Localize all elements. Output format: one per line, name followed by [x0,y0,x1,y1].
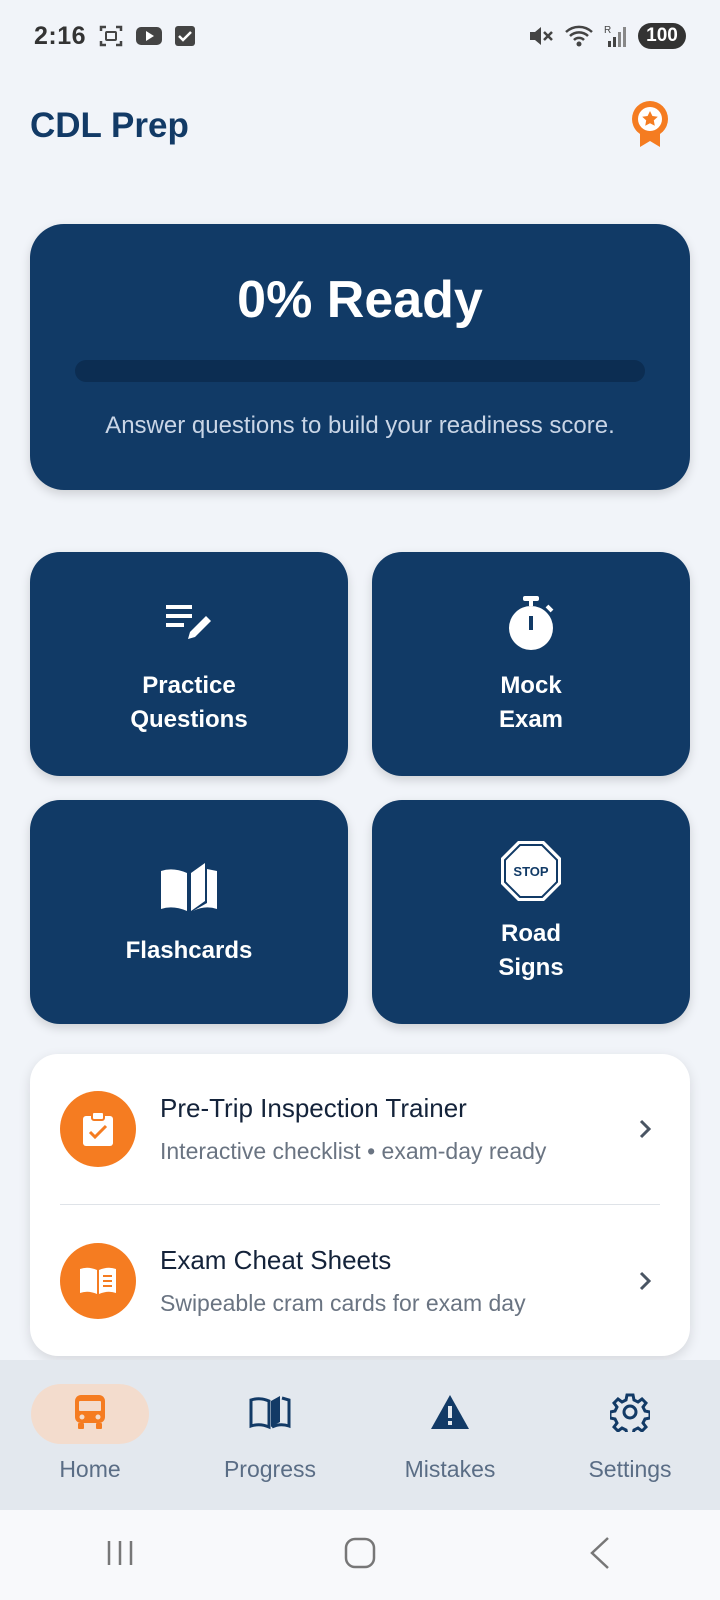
nav-progress[interactable]: Progress [195,1384,345,1483]
nav-label: Home [59,1456,121,1482]
home-icon [344,1537,376,1574]
mock-exam-tile[interactable]: Mock Exam [372,552,690,776]
checkbox-icon [174,25,196,47]
status-left: 2:16 [34,22,196,51]
stopwatch-icon [506,591,556,655]
list-item-subtitle: Swipeable cram cards for exam day [160,1290,526,1316]
back-button[interactable] [560,1525,640,1585]
map-book-icon [248,1394,292,1435]
mute-icon [528,24,554,48]
bus-icon [73,1393,107,1436]
book-icon [60,1243,136,1319]
readiness-progress-bar [75,360,645,382]
back-icon [588,1536,612,1575]
gear-icon [608,1392,652,1437]
status-time: 2:16 [34,21,87,50]
signal-icon: R [604,23,628,49]
practice-questions-tile[interactable]: Practice Questions [30,552,348,776]
edit-list-icon [164,591,214,655]
open-book-icon [159,856,219,920]
divider [60,1204,660,1205]
list-item-title: Exam Cheat Sheets [160,1245,392,1275]
home-button[interactable] [320,1525,400,1585]
bottom-navigation: Home Progress Mistakes Settings [0,1360,720,1510]
status-bar: 2:16 R 100 [0,0,720,72]
nav-settings[interactable]: Settings [555,1384,705,1483]
road-signs-tile[interactable]: STOP Road Signs [372,800,690,1024]
battery-indicator: 100 [638,23,686,49]
wifi-icon [564,24,594,48]
recent-apps-icon [105,1539,135,1572]
nav-mistakes[interactable]: Mistakes [375,1384,525,1483]
status-right: R 100 [528,23,686,49]
tile-label: Practice Questions [130,672,248,733]
list-item-subtitle: Interactive checklist • exam-day ready [160,1138,547,1164]
nav-label: Progress [223,1456,317,1482]
nav-icon-container [211,1384,329,1444]
readiness-title: 0% Ready [237,271,483,329]
list-item-title: Pre-Trip Inspection Trainer [160,1093,467,1123]
stop-sign-icon: STOP [499,839,563,903]
nav-icon-container [31,1384,149,1444]
pre-trip-inspection-item[interactable]: Pre-Trip Inspection Trainer Interactive … [30,1054,690,1204]
readiness-subtitle: Answer questions to build your readiness… [105,412,615,439]
system-navigation-bar [0,1510,720,1600]
exam-cheat-sheets-item[interactable]: Exam Cheat Sheets Swipeable cram cards f… [30,1206,690,1356]
chevron-right-icon [630,1118,660,1140]
warning-icon [429,1393,471,1436]
nav-icon-container [391,1384,509,1444]
tile-label: Flashcards [125,937,253,964]
app-bar: CDL Prep [0,90,720,162]
clipboard-check-icon [60,1091,136,1167]
tile-label: Road Signs [498,920,564,981]
flashcards-tile[interactable]: Flashcards [30,800,348,1024]
list-item-text: Pre-Trip Inspection Trainer Interactive … [160,1093,630,1165]
readiness-card: 0% Ready Answer questions to build your … [30,224,690,490]
nav-label: Mistakes [404,1456,496,1482]
svg-text:R: R [604,25,611,36]
achievements-button[interactable] [620,96,680,156]
tools-list-card: Pre-Trip Inspection Trainer Interactive … [30,1054,690,1356]
list-item-text: Exam Cheat Sheets Swipeable cram cards f… [160,1245,630,1317]
nav-label: Settings [588,1456,672,1482]
nav-icon-container [571,1384,689,1444]
youtube-icon [136,26,163,46]
recent-apps-button[interactable] [80,1525,160,1585]
page-title: CDL Prep [30,106,189,145]
tile-label: Mock Exam [498,672,564,733]
screenshot-icon [98,24,124,48]
nav-home[interactable]: Home [15,1384,165,1483]
award-badge-icon [630,99,670,154]
svg-text:STOP: STOP [513,864,548,879]
chevron-right-icon [630,1270,660,1292]
